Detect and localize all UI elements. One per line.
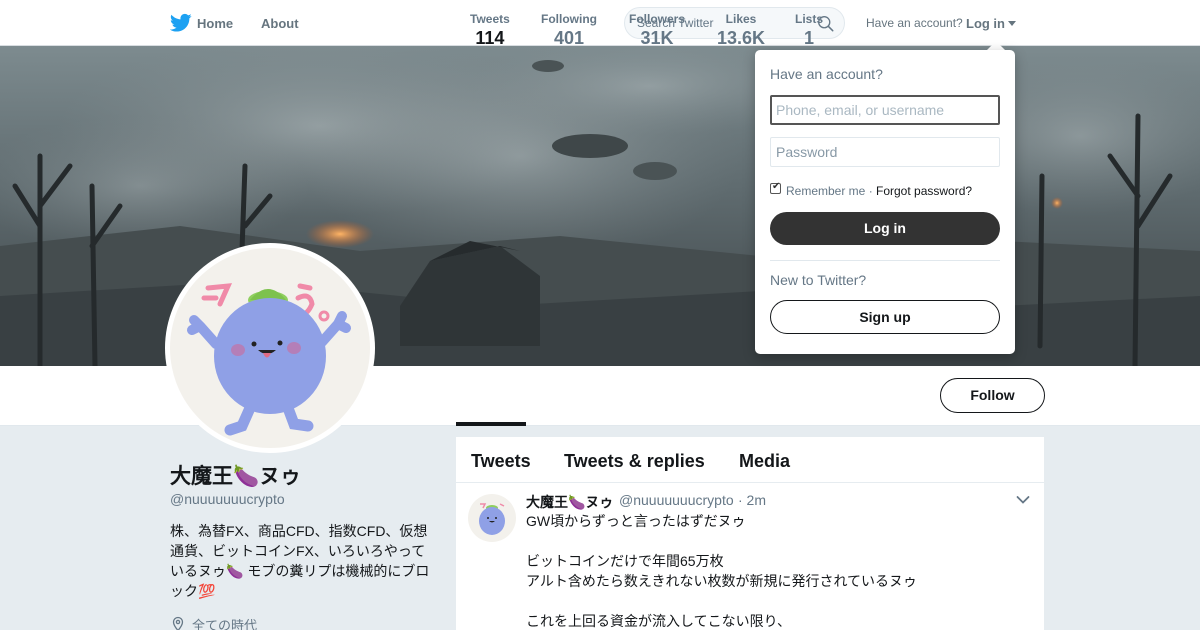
tweet-line: アルト含めたら数えきれない枚数が新規に発行されているヌゥ (526, 573, 918, 589)
stat-value: 1 (804, 28, 815, 48)
tweet-avatar[interactable] (468, 494, 516, 542)
login-dropdown-toggle[interactable]: Log in (966, 16, 1005, 31)
stat-lists[interactable]: Lists 1 (795, 12, 823, 49)
forgot-password-link[interactable]: Forgot password? (876, 184, 972, 198)
stat-label: Lists (795, 12, 824, 26)
remember-me-checkbox[interactable]: ✔ (770, 181, 781, 194)
eggplant-character-thumbnail (479, 503, 505, 535)
account-prompt: Have an account? (866, 16, 963, 30)
profile-name: 大魔王🍆ヌゥ (170, 465, 302, 488)
stat-tweets[interactable]: Tweets 114 (470, 12, 510, 49)
tweet-line: ビットコインだけで年間65万枚 (526, 553, 724, 569)
login-dropdown-title: Have an account? (770, 66, 883, 82)
remember-me-label[interactable]: Remember me · (786, 184, 873, 198)
tweet-text: GW頃からずっと言ったはずだヌゥ ビットコインだけで年間65万枚 アルト含めたら… (526, 511, 1026, 630)
avatar-image (170, 248, 370, 448)
stat-label: Followers (629, 12, 686, 26)
stat-value: 31K (640, 28, 674, 48)
follow-button[interactable]: Follow (940, 378, 1045, 413)
profile-location: 全ての時代 (192, 618, 258, 630)
top-nav: Home About Search Twitter Have an accoun… (0, 0, 1200, 46)
location-pin-icon (172, 616, 184, 630)
tweet-timestamp[interactable]: · 2m (738, 492, 766, 508)
profile-handle[interactable]: @nuuuuuuucrypto (170, 491, 285, 507)
profile-avatar[interactable] (165, 243, 375, 453)
stat-label: Following (541, 12, 597, 26)
dropdown-divider (770, 260, 1000, 261)
eggplant-character-illustration (187, 283, 351, 436)
login-button[interactable]: Log in (770, 212, 1000, 245)
nav-about-link[interactable]: About (261, 16, 299, 31)
timeline: Tweets Tweets & replies Media 大魔王🍆ヌゥ @nu… (456, 437, 1044, 630)
tweet-author-handle[interactable]: @nuuuuuuucrypto (619, 492, 734, 508)
stat-followers[interactable]: Followers 31K (629, 12, 685, 49)
stat-value: 401 (553, 28, 585, 48)
nav-home-link[interactable]: Home (197, 16, 233, 31)
twitter-bird-icon[interactable] (170, 13, 192, 33)
stat-likes[interactable]: Likes 13.6K (717, 12, 765, 49)
tweet-author-name[interactable]: 大魔王🍆ヌゥ (526, 492, 613, 512)
active-stat-underline (456, 422, 526, 426)
stat-label: Likes (725, 12, 757, 26)
tweet-line (526, 531, 1026, 551)
stat-label: Tweets (470, 12, 510, 26)
tab-tweets[interactable]: Tweets (471, 451, 531, 472)
tweet-line: GW頃からずっと言ったはずだヌゥ (526, 513, 746, 529)
profile-bio: 株、為替FX、商品CFD、指数CFD、仮想通貨、ビットコインFX、いろいろやって… (170, 523, 430, 599)
timeline-tabs: Tweets Tweets & replies Media (456, 437, 1044, 483)
dropdown-arrow (987, 41, 1005, 50)
tweet-line (526, 591, 1026, 611)
caret-down-icon[interactable] (1008, 21, 1016, 26)
login-dropdown: Have an account? Phone, email, or userna… (755, 50, 1015, 354)
tweet-line: これを上回る資金が流入してこない限り、 (526, 613, 792, 629)
stat-value: 114 (475, 28, 505, 48)
stat-following[interactable]: Following 401 (541, 12, 597, 49)
tab-media[interactable]: Media (739, 451, 790, 472)
username-field[interactable]: Phone, email, or username (770, 95, 1000, 125)
chevron-down-icon[interactable] (1016, 495, 1030, 505)
new-to-twitter-label: New to Twitter? (770, 272, 867, 288)
stat-value: 13.6K (717, 28, 766, 48)
password-field[interactable]: Password (770, 137, 1000, 167)
tab-tweets-replies[interactable]: Tweets & replies (564, 451, 705, 472)
signup-button[interactable]: Sign up (770, 300, 1000, 334)
checkmark-icon: ✔ (772, 181, 781, 192)
